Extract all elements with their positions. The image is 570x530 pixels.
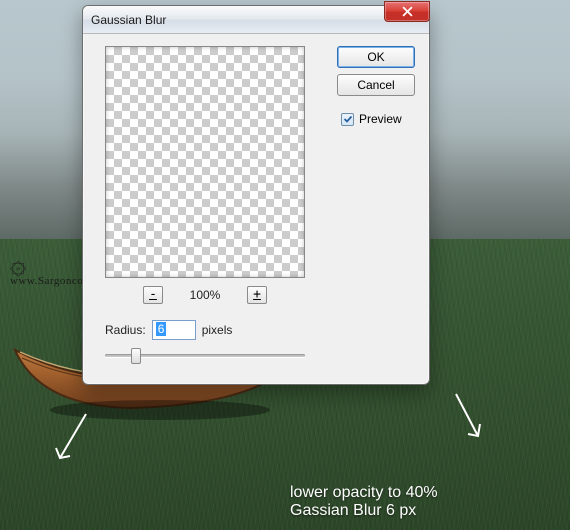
preview-checkbox[interactable] bbox=[341, 113, 354, 126]
gaussian-blur-dialog: Gaussian Blur - 100% + Radius: bbox=[82, 5, 430, 385]
cancel-button[interactable]: Cancel bbox=[337, 74, 415, 96]
background-scene: ۞ www.Sargonco.com lower opacity to 40% … bbox=[0, 0, 570, 530]
zoom-in-button[interactable]: + bbox=[247, 286, 267, 304]
preview-checkbox-label: Preview bbox=[359, 112, 402, 126]
zoom-controls: - 100% + bbox=[105, 284, 305, 306]
filter-preview-pane[interactable] bbox=[105, 46, 305, 278]
annotation-line-1: lower opacity to 40% bbox=[290, 484, 438, 502]
radius-label: Radius: bbox=[105, 323, 146, 337]
radius-units-label: pixels bbox=[202, 323, 233, 337]
ok-button[interactable]: OK bbox=[337, 46, 415, 68]
radius-row: Radius: 6 pixels bbox=[105, 320, 232, 340]
radius-slider[interactable] bbox=[105, 346, 305, 366]
annotation-text: lower opacity to 40% Gassian Blur 6 px bbox=[290, 484, 438, 520]
dialog-title: Gaussian Blur bbox=[91, 13, 166, 27]
preview-checkbox-row[interactable]: Preview bbox=[337, 112, 415, 126]
slider-thumb[interactable] bbox=[131, 348, 141, 364]
dialog-titlebar[interactable]: Gaussian Blur bbox=[83, 6, 429, 34]
zoom-out-button[interactable]: - bbox=[143, 286, 163, 304]
zoom-percent-label: 100% bbox=[187, 288, 223, 302]
dialog-side-column: OK Cancel Preview bbox=[337, 46, 415, 126]
radius-input[interactable]: 6 bbox=[152, 320, 196, 340]
check-icon bbox=[343, 114, 353, 124]
close-icon bbox=[402, 6, 413, 17]
annotation-line-2: Gassian Blur 6 px bbox=[290, 502, 438, 520]
close-button[interactable] bbox=[384, 1, 430, 22]
dialog-body: - 100% + Radius: 6 pixels OK bbox=[83, 34, 429, 384]
